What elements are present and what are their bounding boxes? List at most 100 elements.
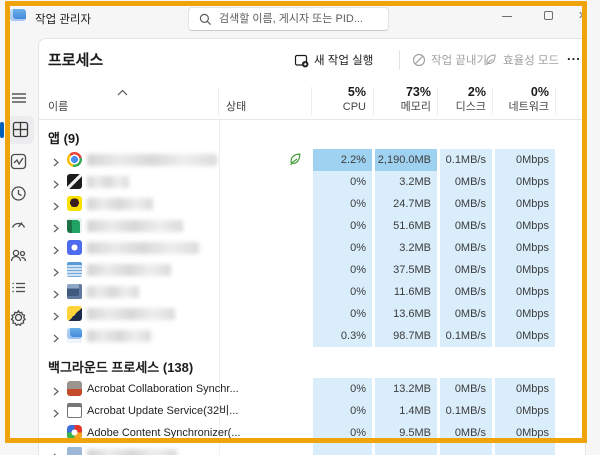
process-row[interactable]: 2.2% 2,190.0MB 0.1MB/s 0Mbps (39, 149, 585, 171)
efficiency-leaf-icon (288, 152, 303, 172)
chevron-right-icon[interactable] (51, 405, 60, 423)
chevron-right-icon[interactable] (51, 264, 60, 282)
adobe-sync-icon (67, 425, 82, 440)
minimize-button[interactable] (486, 0, 528, 30)
close-button[interactable]: ✕ (564, 0, 600, 30)
mem-cell: 2,190.0MB (375, 149, 437, 171)
net-cell: 0Mbps (495, 422, 555, 444)
column-header-network[interactable]: 0% 네트워크 (495, 84, 549, 118)
chevron-right-icon[interactable] (51, 383, 60, 401)
column-header-cpu[interactable]: 5% CPU (313, 84, 366, 118)
acrobat-update-icon (67, 403, 82, 418)
sidebar-item-processes[interactable] (12, 121, 32, 141)
disk-cell: 0MB/s (440, 171, 492, 193)
chevron-right-icon[interactable] (51, 449, 60, 455)
cpu-cell (313, 444, 372, 455)
disk-cell: 0MB/s (440, 215, 492, 237)
mem-cell: 37.5MB (375, 259, 437, 281)
sidebar-item-services[interactable] (10, 309, 30, 329)
mem-cell: 13.6MB (375, 303, 437, 325)
disk-cell: 0.1MB/s (440, 400, 492, 422)
process-row[interactable]: 0% 1.4MB 0.1MB/s 0Mbps Acrobat Update Servic… (39, 400, 585, 422)
task-manager-logo-icon (10, 9, 26, 25)
chevron-right-icon[interactable] (51, 330, 60, 348)
more-options-button[interactable]: ... (567, 48, 581, 63)
disk-cell: 0MB/s (440, 259, 492, 281)
sidebar-item-users[interactable] (10, 247, 30, 267)
column-header-memory[interactable]: 73% 메모리 (375, 84, 431, 118)
mem-cell: 51.6MB (375, 215, 437, 237)
toolbar-separator (399, 50, 400, 70)
search-box[interactable] (188, 7, 389, 31)
chevron-right-icon[interactable] (51, 176, 60, 194)
net-cell: 0Mbps (495, 400, 555, 422)
chevron-right-icon[interactable] (51, 242, 60, 260)
chevron-right-icon[interactable] (51, 198, 60, 216)
process-row[interactable]: 0% 3.2MB 0MB/s 0Mbps (39, 171, 585, 193)
disk-cell: 0MB/s (440, 422, 492, 444)
search-icon (199, 13, 212, 26)
net-cell: 0Mbps (495, 325, 555, 347)
process-row[interactable]: 0% 11.6MB 0MB/s 0Mbps (39, 281, 585, 303)
process-row[interactable]: 0% 9.5MB 0MB/s 0Mbps Adobe Content Synchroni… (39, 422, 585, 444)
run-new-task-button[interactable]: 새 작업 실행 (294, 51, 373, 69)
process-row[interactable]: 0.3% 98.7MB 0.1MB/s 0Mbps (39, 325, 585, 347)
cpu-cell: 0% (313, 281, 372, 303)
table-header: 이름 상태 5% CPU 73% 메모리 2% 디스크 0% 네트워크 (39, 82, 585, 120)
process-row[interactable]: 0% 3.2MB 0MB/s 0Mbps (39, 237, 585, 259)
mem-cell: 13.2MB (375, 378, 437, 400)
process-name: Adobe Content Synchronizer(... (87, 427, 241, 439)
menu-icon[interactable] (10, 89, 30, 109)
cpu-cell: 0% (313, 193, 372, 215)
column-header-name[interactable]: 이름 (48, 98, 68, 114)
sidebar-item-details[interactable] (10, 279, 30, 299)
disk-cell: 0.1MB/s (440, 149, 492, 171)
process-row[interactable]: 0% 37.5MB 0MB/s 0Mbps (39, 259, 585, 281)
sidebar-item-app-history[interactable] (10, 185, 30, 205)
cpu-cell: 0% (313, 237, 372, 259)
disk-cell: 0MB/s (440, 193, 492, 215)
sidebar-accent-bar (0, 122, 4, 138)
table-body: 앱 (9) 2.2% 2,190.0MB 0.1MB/s 0Mbps 0% 3.2MB 0MB… (39, 120, 585, 455)
sidebar-item-performance[interactable] (10, 153, 30, 173)
net-cell: 0Mbps (495, 215, 555, 237)
process-row[interactable]: 0% 24.7MB 0MB/s 0Mbps (39, 193, 585, 215)
redacted-process-name (87, 330, 151, 342)
process-row[interactable] (39, 444, 585, 455)
mem-cell: 3.2MB (375, 171, 437, 193)
end-task-button[interactable]: 작업 끝내기 (412, 51, 487, 69)
task-manager-window: 작업 관리자 ✕ (0, 0, 600, 455)
efficiency-mode-label: 효율성 모드 (503, 55, 560, 67)
sort-ascending-icon[interactable] (117, 83, 128, 101)
section-header: 앱 (9) (48, 131, 80, 146)
redacted-process-name (87, 242, 199, 254)
cpu-cell: 0% (313, 171, 372, 193)
chrome-icon (67, 152, 82, 167)
redacted-process-name (87, 220, 183, 232)
mem-cell: 11.6MB (375, 281, 437, 303)
net-cell: 0Mbps (495, 237, 555, 259)
cpu-cell: 0% (313, 400, 372, 422)
cpu-cell: 0% (313, 215, 372, 237)
green-app-icon (67, 218, 82, 233)
redacted-process-name (87, 286, 139, 298)
mem-cell: 98.7MB (375, 325, 437, 347)
process-row[interactable]: 0% 13.2MB 0MB/s 0Mbps Acrobat Collaboration … (39, 378, 585, 400)
close-icon: ✕ (578, 10, 588, 22)
cpu-cell: 0% (313, 259, 372, 281)
column-header-status[interactable]: 상태 (226, 98, 246, 114)
search-input[interactable] (219, 9, 384, 29)
process-row[interactable]: 0% 51.6MB 0MB/s 0Mbps (39, 215, 585, 237)
chevron-right-icon[interactable] (51, 308, 60, 326)
yellow-app-icon (67, 306, 82, 321)
efficiency-mode-button[interactable]: 효율성 모드 (484, 51, 559, 69)
column-header-disk[interactable]: 2% 디스크 (440, 84, 486, 118)
chevron-right-icon[interactable] (51, 154, 60, 172)
redacted-process-name (87, 154, 217, 166)
process-row[interactable]: 0% 13.6MB 0MB/s 0Mbps (39, 303, 585, 325)
sidebar-item-startup-apps[interactable] (10, 216, 30, 236)
chevron-right-icon[interactable] (51, 220, 60, 238)
chevron-right-icon[interactable] (51, 286, 60, 304)
black-app-icon (67, 174, 82, 189)
cpu-cell: 2.2% (313, 149, 372, 171)
